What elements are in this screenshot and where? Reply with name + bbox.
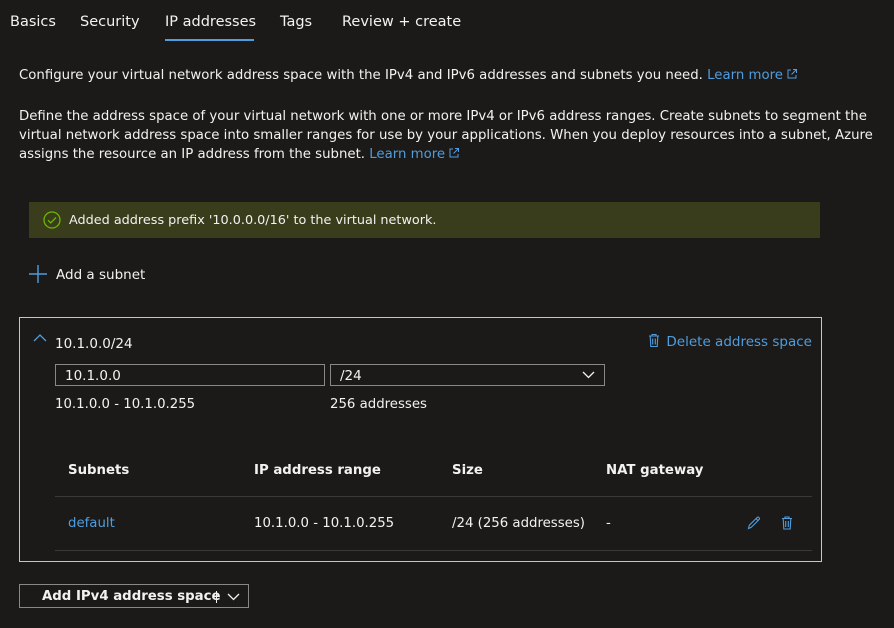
chevron-up-icon[interactable] [33,333,47,343]
tab-security[interactable]: Security [80,14,140,30]
chevron-down-icon[interactable] [227,593,240,601]
plus-icon [29,265,47,283]
address-space-panel: 10.1.0.0/24 Delete address space 10.1.0.… [19,317,822,562]
learn-more-label-2: Learn more [369,147,446,162]
chevron-down-icon [582,371,595,379]
description-line-2: virtual network address space into small… [19,128,873,143]
delete-address-space-button[interactable]: Delete address space [648,333,812,350]
delete-address-space-label: Delete address space [666,334,812,350]
external-link-icon [787,69,797,79]
tab-tags[interactable]: Tags [280,14,312,30]
address-input-value: 10.1.0.0 [65,368,121,384]
intro-sentence: Configure your virtual network address s… [19,68,703,83]
tab-review-create[interactable]: Review + create [342,14,461,30]
description-line-3-text: assigns the resource an IP address from … [19,147,366,162]
table-row-divider [55,550,812,551]
learn-more-link[interactable]: Learn more [707,68,798,83]
prefix-dropdown[interactable]: /24 [330,364,605,386]
external-link-icon [449,148,460,158]
column-header-size: Size [452,463,483,478]
active-tab-indicator [165,39,254,41]
description-line-1: Define the address space of your virtual… [19,109,867,124]
description-line-3: assigns the resource an IP address from … [19,145,873,164]
address-range-text: 10.1.0.0 - 10.1.0.255 [55,397,196,412]
table-header-divider [55,496,812,497]
column-header-subnets: Subnets [68,463,130,478]
intro-text: Configure your virtual network address s… [19,66,798,85]
tab-basics[interactable]: Basics [10,14,56,30]
banner-message: Added address prefix '10.0.0.0/16' to th… [69,213,437,228]
learn-more-link-2[interactable]: Learn more [369,147,460,162]
tab-ip-addresses[interactable]: IP addresses [165,14,256,30]
address-count-text: 256 addresses [330,397,427,412]
success-banner: Added address prefix '10.0.0.0/16' to th… [29,202,820,238]
edit-pencil-icon[interactable] [746,515,762,531]
check-circle-icon [43,211,61,229]
prefix-dropdown-value: /24 [340,368,362,384]
learn-more-label: Learn more [707,68,783,83]
add-ipv4-address-space-button[interactable]: Add IPv4 address space [19,584,249,608]
subnet-size: /24 (256 addresses) [452,516,585,531]
address-input[interactable]: 10.1.0.0 [55,364,325,386]
split-button-divider [216,591,217,603]
add-ipv4-address-space-label: Add IPv4 address space [42,589,221,604]
tab-bar: Basics Security IP addresses Tags Review… [0,0,894,44]
trash-icon [649,333,660,348]
address-space-title: 10.1.0.0/24 [55,336,133,352]
subnet-range: 10.1.0.0 - 10.1.0.255 [254,516,395,531]
subnet-name-link[interactable]: default [68,516,115,531]
subnet-nat-gateway: - [606,516,611,531]
column-header-nat-gateway: NAT gateway [606,463,704,478]
column-header-ip-range: IP address range [254,463,381,478]
add-subnet-label: Add a subnet [56,267,146,283]
description-text: Define the address space of your virtual… [19,107,873,164]
trash-icon[interactable] [779,515,795,531]
